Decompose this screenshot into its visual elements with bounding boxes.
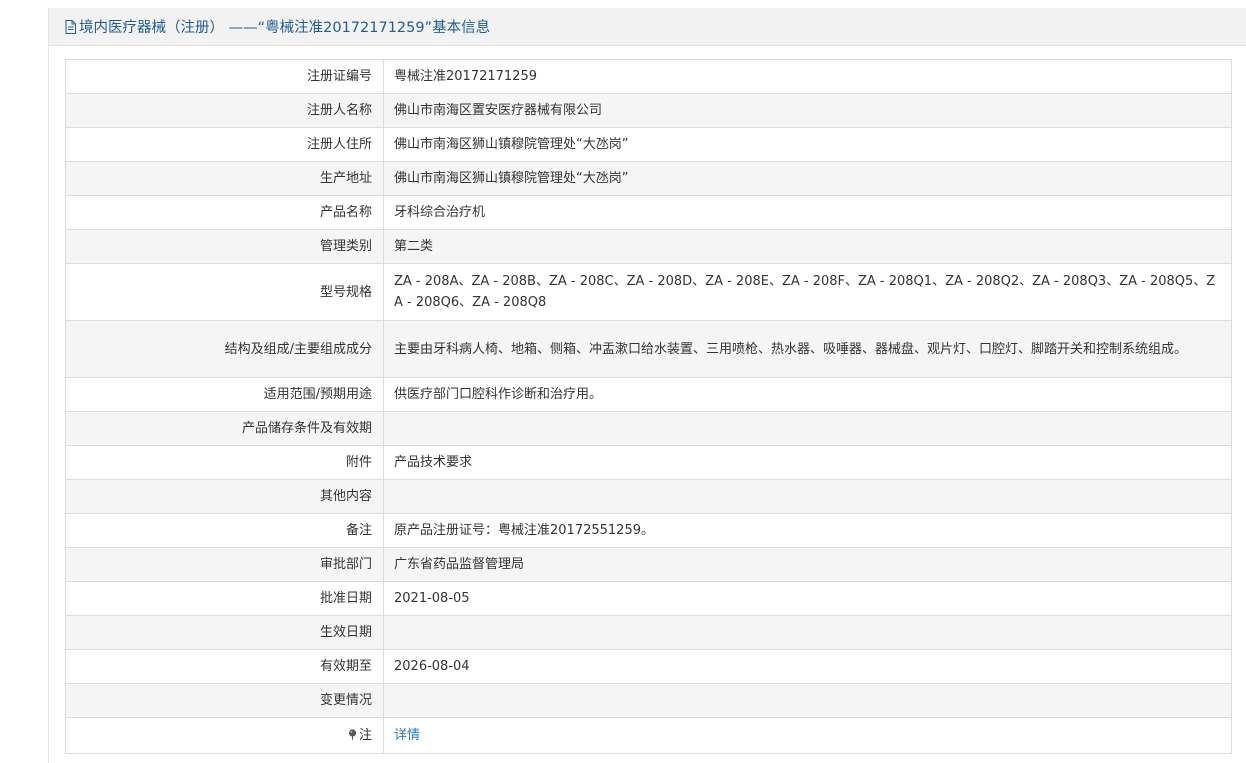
row-label: 有效期至 — [65, 649, 384, 684]
row-label: 附件 — [65, 445, 384, 480]
row-value: 原产品注册证号：粤械注准20172551259。 — [383, 513, 1232, 548]
table-row: 其他内容 — [65, 479, 1232, 514]
row-value: 2026-08-04 — [383, 649, 1232, 684]
row-value: 广东省药品监督管理局 — [383, 547, 1232, 582]
table-row: 结构及组成/主要组成成分 主要由牙科病人椅、地箱、侧箱、冲盂漱口给水装置、三用喷… — [65, 320, 1232, 378]
row-value: 供医疗部门口腔科作诊断和治疗用。 — [383, 377, 1232, 412]
row-label: 产品名称 — [65, 195, 384, 230]
row-value: 牙科综合治疗机 — [383, 195, 1232, 230]
table-row: 附件 产品技术要求 — [65, 445, 1232, 480]
row-label: 备注 — [65, 513, 384, 548]
row-value: 2021-08-05 — [383, 581, 1232, 616]
table-row-note: 注 详情 — [65, 717, 1232, 754]
row-value: 第二类 — [383, 229, 1232, 264]
row-label: 管理类别 — [65, 229, 384, 264]
table-row: 变更情况 — [65, 683, 1232, 718]
detail-panel: 境内医疗器械（注册） ——“粤械注准20172171259”基本信息 注册证编号… — [48, 8, 1246, 763]
table-row: 产品储存条件及有效期 — [65, 411, 1232, 446]
row-value: 产品技术要求 — [383, 445, 1232, 480]
row-value — [383, 683, 1232, 718]
row-label: 注册人住所 — [65, 127, 384, 162]
table-row: 备注 原产品注册证号：粤械注准20172551259。 — [65, 513, 1232, 548]
table-row: 管理类别 第二类 — [65, 229, 1232, 264]
row-label: 型号规格 — [65, 263, 384, 321]
table-row: 注册人名称 佛山市南海区置安医疗器械有限公司 — [65, 93, 1232, 128]
row-label: 适用范围/预期用途 — [65, 377, 384, 412]
row-label: 产品储存条件及有效期 — [65, 411, 384, 446]
row-value — [383, 479, 1232, 514]
row-label: 批准日期 — [65, 581, 384, 616]
row-value: 佛山市南海区置安医疗器械有限公司 — [383, 93, 1232, 128]
table-row: 生效日期 — [65, 615, 1232, 650]
note-label-cell: 注 — [65, 717, 384, 754]
panel-header: 境内医疗器械（注册） ——“粤械注准20172171259”基本信息 — [49, 8, 1246, 46]
row-label: 审批部门 — [65, 547, 384, 582]
table-row: 适用范围/预期用途 供医疗部门口腔科作诊断和治疗用。 — [65, 377, 1232, 412]
document-icon — [65, 20, 76, 34]
row-value — [383, 411, 1232, 446]
row-value: 粤械注准20172171259 — [383, 59, 1232, 94]
row-label: 结构及组成/主要组成成分 — [65, 320, 384, 378]
row-value: 佛山市南海区狮山镇穆院管理处“大氹岗” — [383, 161, 1232, 196]
details-link[interactable]: 详情 — [394, 728, 420, 743]
info-table: 注册证编号 粤械注准20172171259 注册人名称 佛山市南海区置安医疗器械… — [65, 59, 1232, 754]
row-label: 生产地址 — [65, 161, 384, 196]
page-title: 境内医疗器械（注册） ——“粤械注准20172171259”基本信息 — [79, 20, 491, 36]
table-row: 批准日期 2021-08-05 — [65, 581, 1232, 616]
table-row: 有效期至 2026-08-04 — [65, 649, 1232, 684]
row-label: 其他内容 — [65, 479, 384, 514]
table-row: 型号规格 ZA - 208A、ZA - 208B、ZA - 208C、ZA - … — [65, 263, 1232, 321]
note-value-cell: 详情 — [383, 717, 1232, 754]
table-row: 注册人住所 佛山市南海区狮山镇穆院管理处“大氹岗” — [65, 127, 1232, 162]
table-row: 生产地址 佛山市南海区狮山镇穆院管理处“大氹岗” — [65, 161, 1232, 196]
row-label: 生效日期 — [65, 615, 384, 650]
row-label: 注册证编号 — [65, 59, 384, 94]
row-value: 主要由牙科病人椅、地箱、侧箱、冲盂漱口给水装置、三用喷枪、热水器、吸唾器、器械盘… — [383, 320, 1232, 378]
note-label: 注 — [358, 728, 372, 743]
table-row: 产品名称 牙科综合治疗机 — [65, 195, 1232, 230]
row-value: 佛山市南海区狮山镇穆院管理处“大氹岗” — [383, 127, 1232, 162]
pin-icon — [348, 729, 357, 740]
row-value: ZA - 208A、ZA - 208B、ZA - 208C、ZA - 208D、… — [383, 263, 1232, 321]
row-label: 注册人名称 — [65, 93, 384, 128]
table-row: 审批部门 广东省药品监督管理局 — [65, 547, 1232, 582]
table-row: 注册证编号 粤械注准20172171259 — [65, 59, 1232, 94]
row-value — [383, 615, 1232, 650]
row-label: 变更情况 — [65, 683, 384, 718]
